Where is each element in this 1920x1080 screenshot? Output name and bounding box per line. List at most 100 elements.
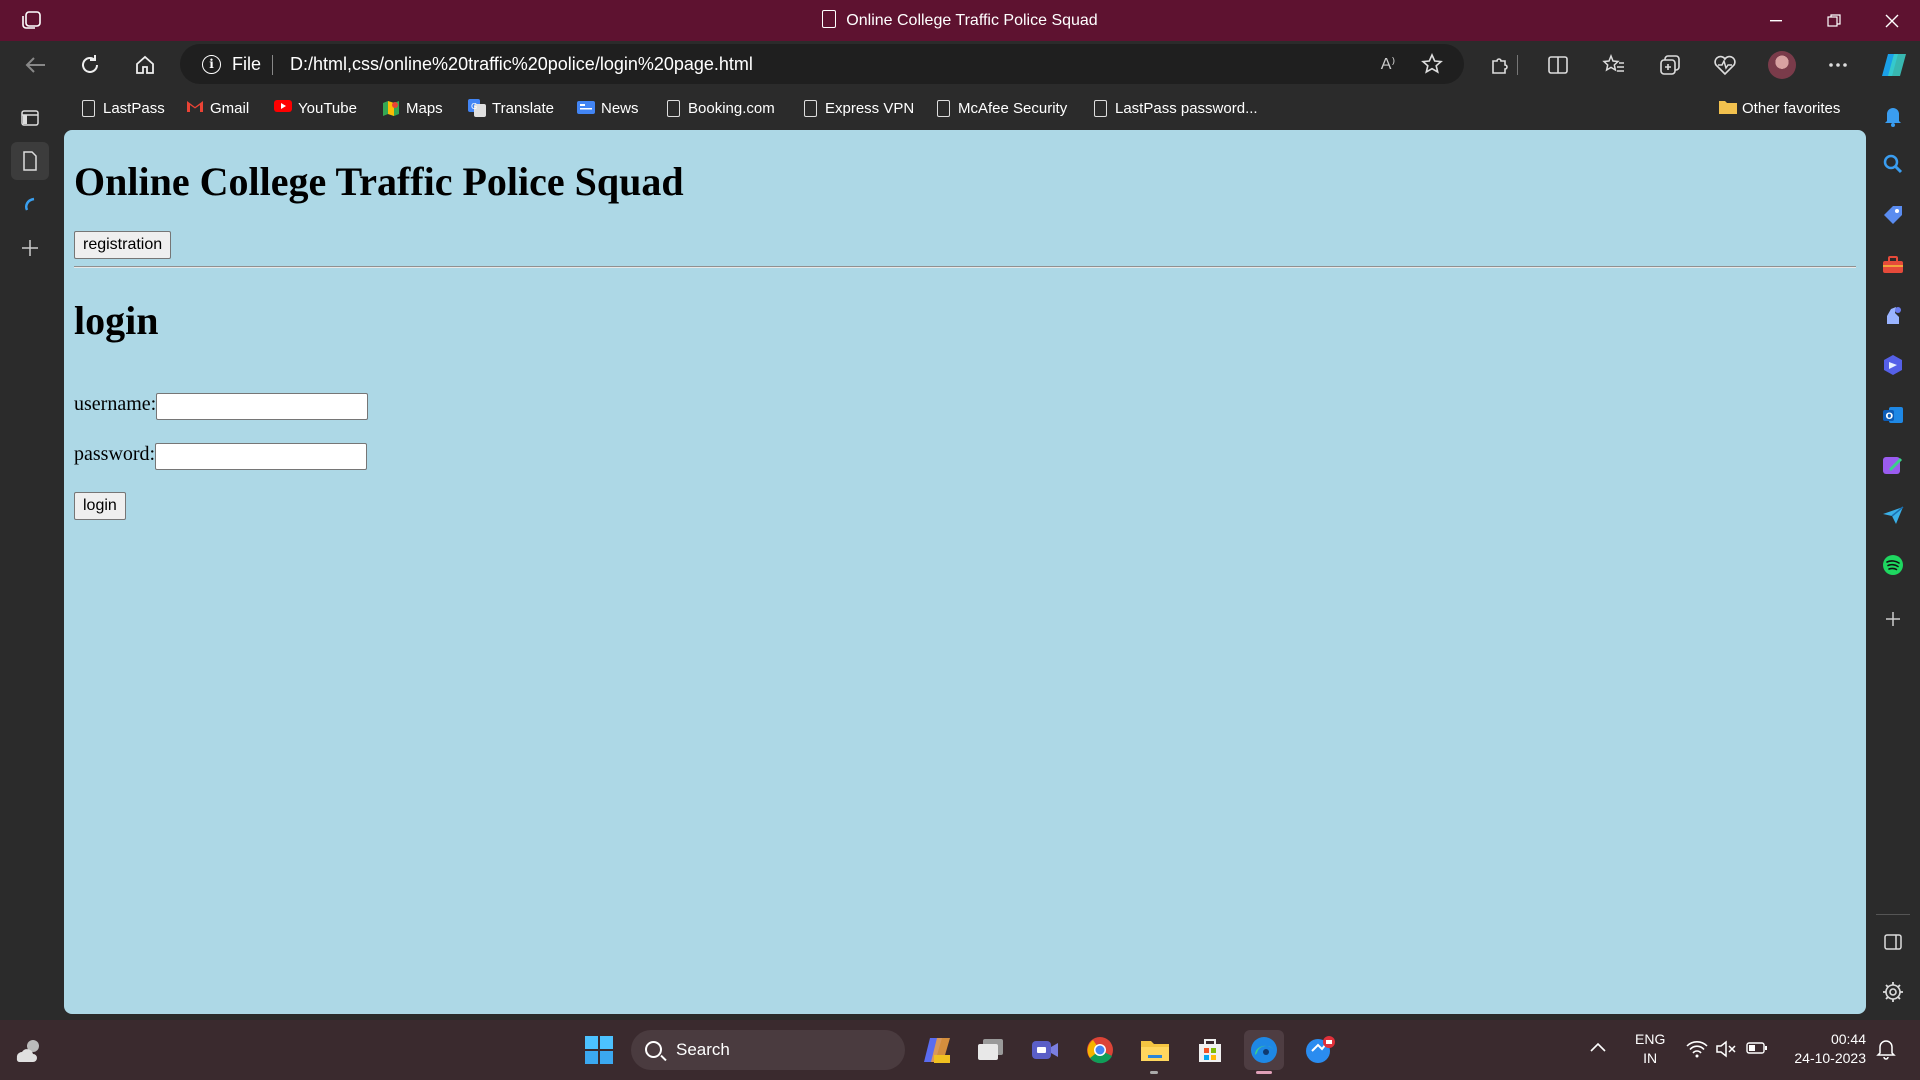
youtube-icon (274, 99, 292, 117)
info-icon[interactable]: i (202, 55, 221, 74)
start-windows-icon[interactable] (579, 1030, 619, 1070)
edge-browser-icon[interactable] (1244, 1030, 1284, 1070)
other-favorites[interactable]: Other favorites (1718, 92, 1840, 124)
designer-icon[interactable] (1878, 450, 1908, 480)
clock[interactable]: 00:44 24-10-2023 (1786, 1030, 1866, 1068)
registration-button[interactable]: registration (74, 231, 172, 259)
folder-icon (1718, 99, 1737, 117)
show-hidden-icons-chevron[interactable] (1590, 1039, 1606, 1055)
battery-icon[interactable] (1746, 1041, 1768, 1058)
page-icon (937, 99, 950, 117)
favorites-bar: LastPass Gmail YouTube Maps G Translate N… (62, 92, 1862, 124)
search-icon[interactable] (1878, 149, 1908, 179)
bookmark-label: LastPass (103, 99, 165, 117)
bookmark-youtube[interactable]: YouTube (274, 92, 357, 124)
wifi-icon[interactable] (1686, 1040, 1708, 1061)
home-button[interactable] (127, 47, 163, 83)
time-text: 00:44 (1830, 1031, 1866, 1047)
copilot-preview-icon[interactable] (917, 1030, 957, 1070)
bookmark-lastpass-password[interactable]: LastPass password... (1094, 92, 1258, 124)
back-button[interactable] (17, 47, 53, 83)
weather-icon[interactable] (8, 1030, 48, 1070)
edge-sidebar: O (1866, 87, 1920, 1020)
address-bar[interactable]: i File D:/html,css/online%20traffic%20po… (180, 44, 1464, 84)
browser-essentials-icon[interactable] (1707, 47, 1743, 83)
bookmark-news[interactable]: News (577, 92, 639, 124)
teams-meet-icon[interactable] (1025, 1030, 1065, 1070)
hide-sidebar-icon[interactable] (1878, 927, 1908, 957)
bookmark-booking[interactable]: Booking.com (667, 92, 775, 124)
add-sidebar-app-icon[interactable] (1878, 604, 1908, 634)
microsoft-365-icon[interactable] (1878, 350, 1908, 380)
collections-icon[interactable] (1652, 47, 1688, 83)
tools-icon[interactable] (1878, 250, 1908, 280)
sidebar-divider (1876, 914, 1910, 915)
refresh-button[interactable] (72, 47, 108, 83)
window-title-text: Online College Traffic Police Squad (846, 12, 1098, 29)
favorites-icon[interactable] (1596, 47, 1632, 83)
minimize-button[interactable] (1748, 0, 1804, 41)
translate-icon: G (468, 99, 486, 117)
split-screen-icon[interactable] (1540, 47, 1576, 83)
tab-current-page[interactable] (11, 142, 49, 180)
mail-app-icon[interactable] (1300, 1030, 1340, 1070)
notification-center-icon[interactable] (1876, 1038, 1896, 1063)
page-icon (82, 99, 95, 117)
page-icon (822, 10, 837, 28)
favorite-star-icon[interactable] (1420, 52, 1444, 76)
send-icon[interactable] (1878, 500, 1908, 530)
search-icon (645, 1041, 662, 1058)
tab-panel-icon[interactable] (11, 99, 49, 137)
divider (272, 55, 273, 75)
search-placeholder: Search (676, 1040, 730, 1059)
svg-text:G: G (471, 102, 477, 111)
profile-avatar[interactable] (1764, 47, 1800, 83)
more-options-icon[interactable] (1820, 47, 1856, 83)
bookmark-express-vpn[interactable]: Express VPN (804, 92, 914, 124)
chrome-icon[interactable] (1080, 1030, 1120, 1070)
task-view-icon[interactable] (971, 1030, 1011, 1070)
login-heading: login (74, 298, 159, 343)
language-indicator[interactable]: ENG IN (1635, 1030, 1665, 1068)
bookmark-gmail[interactable]: Gmail (186, 92, 249, 124)
restore-button[interactable] (1806, 0, 1862, 41)
taskbar-search-box[interactable]: Search (631, 1030, 905, 1070)
bookmark-label: Booking.com (688, 99, 775, 117)
outlook-icon[interactable]: O (1878, 400, 1908, 430)
notifications-bell-icon[interactable] (1878, 101, 1908, 131)
title-bar: Online College Traffic Police Squad (0, 0, 1920, 41)
spotify-icon[interactable] (1878, 550, 1908, 580)
copilot-icon[interactable] (1876, 47, 1912, 83)
vertical-tabs-sidebar (0, 87, 62, 1020)
volume-muted-icon[interactable] (1716, 1040, 1738, 1061)
bookmark-lastpass[interactable]: LastPass (82, 92, 165, 124)
shopping-tag-icon[interactable] (1878, 200, 1908, 230)
bookmark-mcafee[interactable]: McAfee Security (937, 92, 1067, 124)
bookmark-label: Maps (406, 99, 443, 117)
read-aloud-icon[interactable]: A⁾ (1376, 52, 1400, 76)
bookmark-maps[interactable]: Maps (382, 92, 443, 124)
maps-icon (382, 99, 399, 117)
bookmark-label: News (601, 99, 639, 117)
scheme-label: File (232, 54, 262, 74)
tab-edge-icon[interactable] (11, 185, 49, 223)
url-text[interactable]: D:/html,css/online%20traffic%20police/lo… (290, 54, 753, 75)
file-explorer-icon[interactable] (1135, 1030, 1175, 1070)
games-icon[interactable] (1878, 300, 1908, 330)
address-toolbar: i File D:/html,css/online%20traffic%20po… (0, 41, 1920, 87)
bookmark-translate[interactable]: G Translate (468, 92, 554, 124)
page-icon (804, 99, 817, 117)
login-button[interactable]: login (74, 492, 126, 520)
running-app-indicator (1150, 1071, 1158, 1074)
new-tab-button[interactable] (11, 229, 49, 267)
bookmark-label: YouTube (298, 99, 357, 117)
username-label: username: (74, 393, 157, 415)
microsoft-store-icon[interactable] (1190, 1030, 1230, 1070)
close-button[interactable] (1864, 0, 1920, 41)
settings-gear-icon[interactable] (1878, 977, 1908, 1007)
password-label: password: (74, 443, 156, 465)
gmail-icon (186, 99, 203, 117)
bookmark-label: McAfee Security (958, 99, 1068, 117)
username-field[interactable] (156, 393, 368, 420)
password-field[interactable] (155, 443, 367, 470)
